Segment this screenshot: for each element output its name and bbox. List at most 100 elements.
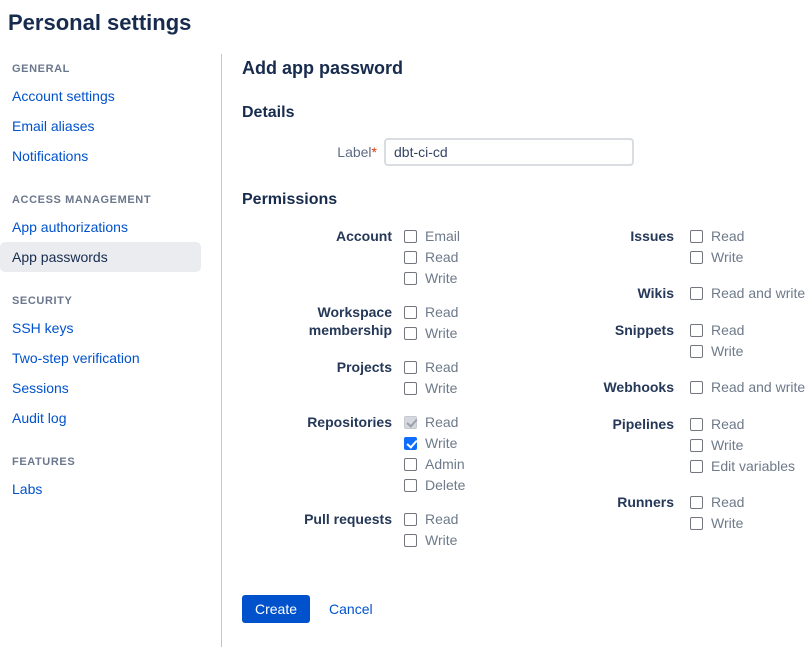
sidebar-item-list: App authorizations App passwords [0, 212, 221, 272]
permission-group: Snippets Read Write [564, 321, 808, 359]
permission-option-row: Email [404, 228, 460, 244]
permissions-column-right: Issues Read Write Wikis Read and write S… [564, 227, 808, 565]
permission-option-list: Read Write [690, 227, 744, 265]
sidebar-item-email-aliases[interactable]: Email aliases [0, 111, 201, 141]
repositories-write-checkbox[interactable] [404, 437, 417, 450]
sidebar-item-app-authorizations[interactable]: App authorizations [0, 212, 201, 242]
sidebar-section-heading: SECURITY [0, 288, 221, 313]
permission-option-row: Write [690, 343, 744, 359]
form-actions: Create Cancel [242, 595, 808, 623]
issues-read-checkbox[interactable] [690, 230, 703, 243]
pull-requests-read-checkbox[interactable] [404, 513, 417, 526]
sidebar-item-audit-log[interactable]: Audit log [0, 403, 201, 433]
permission-group-label-pull-requests: Pull requests [242, 510, 392, 548]
permission-option-label: Read [425, 359, 458, 375]
pipelines-write-checkbox[interactable] [690, 439, 703, 452]
pipelines-read-checkbox[interactable] [690, 418, 703, 431]
permission-group: Pull requests Read Write [242, 510, 564, 548]
permission-option-row: Read and write [690, 379, 805, 395]
sidebar-item-app-passwords[interactable]: App passwords [0, 242, 201, 272]
projects-read-checkbox[interactable] [404, 361, 417, 374]
permission-group-label-issues: Issues [564, 227, 674, 265]
permission-option-label: Email [425, 228, 460, 244]
permission-option-list: Read Write [404, 510, 458, 548]
permission-group: Repositories Read Write Admin Delete [242, 413, 564, 493]
sidebar-item-account-settings[interactable]: Account settings [0, 81, 201, 111]
details-heading: Details [242, 104, 808, 122]
permission-group: Pipelines Read Write Edit variables [564, 415, 808, 474]
sidebar-section-heading: GENERAL [0, 56, 221, 81]
permission-option-label: Read [711, 416, 744, 432]
projects-write-checkbox[interactable] [404, 382, 417, 395]
permission-option-row: Read [404, 304, 458, 320]
webhooks-read-and-write-checkbox[interactable] [690, 381, 703, 394]
account-email-checkbox[interactable] [404, 230, 417, 243]
account-read-checkbox[interactable] [404, 251, 417, 264]
runners-read-checkbox[interactable] [690, 496, 703, 509]
sidebar-item-labs[interactable]: Labs [0, 474, 201, 504]
permission-option-label: Write [711, 343, 743, 359]
sidebar-section: ACCESS MANAGEMENT App authorizations App… [0, 187, 221, 272]
sidebar-item-sessions[interactable]: Sessions [0, 373, 201, 403]
permission-group-label-pipelines: Pipelines [564, 415, 674, 474]
permission-option-row: Read [404, 511, 458, 527]
runners-write-checkbox[interactable] [690, 517, 703, 530]
permission-option-label: Delete [425, 477, 465, 493]
cancel-link[interactable]: Cancel [329, 601, 373, 617]
permission-option-label: Read and write [711, 379, 805, 395]
sidebar-section: GENERAL Account settings Email aliases N… [0, 56, 221, 171]
repositories-admin-checkbox[interactable] [404, 458, 417, 471]
permissions-heading: Permissions [242, 191, 808, 209]
permission-group: Projects Read Write [242, 358, 564, 396]
permission-option-row: Write [404, 532, 458, 548]
permission-option-label: Read [711, 228, 744, 244]
label-field-label-text: Label [337, 144, 371, 160]
sidebar-nav: GENERAL Account settings Email aliases N… [0, 54, 222, 647]
permission-option-label: Read [425, 304, 458, 320]
label-field-row: Label* [242, 138, 808, 166]
permission-option-label: Write [425, 532, 457, 548]
main-content: Add app password Details Label* Permissi… [222, 54, 808, 647]
permission-option-list: Read Write [690, 321, 744, 359]
permission-option-row: Edit variables [690, 458, 795, 474]
permission-group: Workspace membership Read Write [242, 303, 564, 341]
sidebar-section: FEATURES Labs [0, 449, 221, 504]
wikis-read-and-write-checkbox[interactable] [690, 287, 703, 300]
pipelines-edit-variables-checkbox[interactable] [690, 460, 703, 473]
permission-option-row: Write [404, 380, 458, 396]
sidebar-item-two-step-verification[interactable]: Two-step verification [0, 343, 201, 373]
main-heading: Add app password [242, 58, 808, 79]
snippets-read-checkbox[interactable] [690, 324, 703, 337]
permission-group-label-webhooks: Webhooks [564, 378, 674, 396]
issues-write-checkbox[interactable] [690, 251, 703, 264]
sidebar-item-list: Account settings Email aliases Notificat… [0, 81, 221, 171]
permission-group: Webhooks Read and write [564, 378, 808, 396]
permission-option-row: Read [690, 322, 744, 338]
label-input[interactable] [384, 138, 634, 166]
sidebar-item-notifications[interactable]: Notifications [0, 141, 201, 171]
permission-option-label: Admin [425, 456, 465, 472]
permission-option-list: Email Read Write [404, 227, 460, 286]
account-write-checkbox[interactable] [404, 272, 417, 285]
label-field-label: Label* [242, 144, 384, 160]
permission-option-row: Read [404, 249, 460, 265]
permission-group: Account Email Read Write [242, 227, 564, 286]
permission-option-list: Read Write [404, 303, 458, 341]
snippets-write-checkbox[interactable] [690, 345, 703, 358]
repositories-read-checkbox [404, 416, 417, 429]
permissions-column-left: Account Email Read Write Workspace membe… [242, 227, 564, 565]
permission-option-label: Edit variables [711, 458, 795, 474]
create-button[interactable]: Create [242, 595, 310, 623]
permission-option-list: Read Write [404, 358, 458, 396]
repositories-delete-checkbox[interactable] [404, 479, 417, 492]
permission-option-row: Write [404, 435, 465, 451]
workspace-membership-write-checkbox[interactable] [404, 327, 417, 340]
pull-requests-write-checkbox[interactable] [404, 534, 417, 547]
sidebar-section-heading: FEATURES [0, 449, 221, 474]
permission-group-label-repositories: Repositories [242, 413, 392, 493]
permission-option-row: Write [404, 325, 458, 341]
sidebar-item-ssh-keys[interactable]: SSH keys [0, 313, 201, 343]
permission-option-label: Read [425, 511, 458, 527]
required-asterisk: * [372, 144, 377, 160]
workspace-membership-read-checkbox[interactable] [404, 306, 417, 319]
